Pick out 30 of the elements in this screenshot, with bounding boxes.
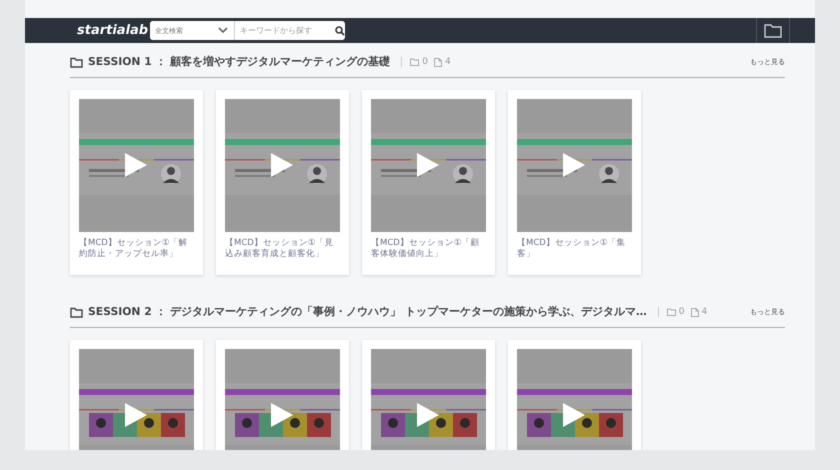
folder-icon xyxy=(70,306,83,318)
logo[interactable]: startialab xyxy=(77,23,147,38)
video-title[interactable]: 【MCD】セッション①「解約防止・アップセル率」 xyxy=(79,238,194,261)
folder-button[interactable] xyxy=(756,18,790,43)
play-icon[interactable] xyxy=(124,402,148,428)
file-count: 4 xyxy=(444,57,451,67)
video-card[interactable]: 【MCD】セッション①「集客」 xyxy=(508,90,641,275)
search-icon[interactable] xyxy=(335,26,345,36)
file-icon xyxy=(434,58,442,66)
chevron-down-icon xyxy=(218,27,228,34)
folder-icon xyxy=(764,23,782,38)
folder-count: 0 xyxy=(678,307,685,317)
video-title[interactable]: 【MCD】セッション①「見込み顧客育成と顧客化」 xyxy=(225,238,340,261)
video-card[interactable]: 【MCD】セッション①「顧客体験価値向上」 xyxy=(362,90,495,275)
folder-icon xyxy=(70,56,83,68)
file-icon xyxy=(690,308,699,316)
play-icon[interactable] xyxy=(562,402,586,428)
section-title[interactable]: SESSION 2 ： デジタルマーケティングの「事例・ノウハウ」 トップマーケターの施策から学ぶ、デジタルマ… xyxy=(88,305,647,319)
file-count: 4 xyxy=(702,307,708,317)
video-title[interactable]: 【MCD】セッション①「集客」 xyxy=(517,238,632,261)
play-icon[interactable] xyxy=(270,402,294,428)
video-card[interactable]: 【MCD】セッション①「解約防止・アップセル率」 xyxy=(70,90,203,275)
video-card[interactable]: 【MCD】セッション①「見込み顧客育成と顧客化」 xyxy=(216,90,349,275)
folder-icon xyxy=(410,58,420,66)
folder-icon xyxy=(666,308,676,316)
folder-count: 0 xyxy=(422,57,428,67)
video-title[interactable]: 【MCD】セッション①「顧客体験価値向上」 xyxy=(371,238,486,261)
search-field[interactable]: キーワードから探す xyxy=(235,26,331,35)
play-icon[interactable] xyxy=(416,402,440,428)
section-title[interactable]: SESSION 1 ： 顧客を増やすデジタルマーケティングの基礎 xyxy=(88,55,390,69)
